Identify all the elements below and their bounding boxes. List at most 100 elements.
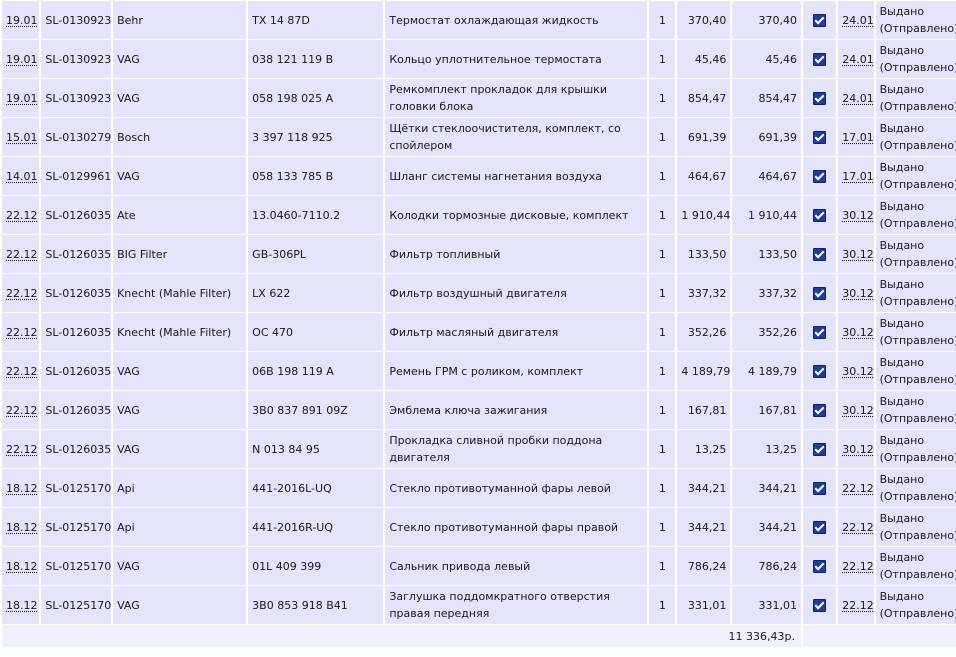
- order-date-link[interactable]: 22.12: [6, 404, 38, 417]
- checkbox-cell[interactable]: [803, 40, 837, 78]
- checkbox-cell[interactable]: [803, 1, 837, 39]
- received-date-link[interactable]: 24.01: [842, 53, 873, 66]
- received-date-link[interactable]: 17.01: [842, 170, 873, 183]
- order-date-cell[interactable]: 18.12: [2, 469, 40, 507]
- received-date-cell[interactable]: 30.12: [838, 352, 874, 390]
- checkbox-cell[interactable]: [803, 79, 837, 117]
- checked-checkbox-icon[interactable]: [813, 521, 827, 534]
- order-date-cell[interactable]: 18.12: [2, 508, 40, 546]
- order-date-link[interactable]: 22.12: [6, 287, 38, 300]
- order-date-cell[interactable]: 18.12: [2, 547, 40, 585]
- order-date-cell[interactable]: 22.12: [2, 313, 40, 351]
- received-date-link[interactable]: 24.01: [842, 14, 873, 27]
- checkbox-cell[interactable]: [803, 352, 837, 390]
- order-date-link[interactable]: 18.12: [6, 521, 38, 534]
- received-date-link[interactable]: 22.12: [842, 599, 873, 612]
- order-date-link[interactable]: 19.01: [6, 92, 38, 105]
- received-date-link[interactable]: 22.12: [842, 482, 873, 495]
- received-date-link[interactable]: 30.12: [842, 404, 873, 417]
- order-date-link[interactable]: 19.01: [6, 14, 38, 27]
- order-date-link[interactable]: 22.12: [6, 443, 38, 456]
- checked-checkbox-icon[interactable]: [813, 170, 827, 183]
- received-date-link[interactable]: 30.12: [842, 326, 873, 339]
- received-date-cell[interactable]: 30.12: [838, 313, 874, 351]
- checked-checkbox-icon[interactable]: [813, 287, 827, 300]
- received-date-cell[interactable]: 24.01: [838, 1, 874, 39]
- checked-checkbox-icon[interactable]: [813, 482, 827, 495]
- order-date-cell[interactable]: 19.01: [2, 79, 40, 117]
- checkbox-cell[interactable]: [803, 196, 837, 234]
- received-date-link[interactable]: 24.01: [842, 92, 873, 105]
- checkbox-cell[interactable]: [803, 313, 837, 351]
- order-date-link[interactable]: 19.01: [6, 53, 38, 66]
- received-date-cell[interactable]: 17.01: [838, 118, 874, 156]
- article-cell: LX 622: [248, 274, 384, 312]
- checked-checkbox-icon[interactable]: [813, 365, 827, 378]
- received-date-cell[interactable]: 17.01: [838, 157, 874, 195]
- order-date-link[interactable]: 22.12: [6, 365, 38, 378]
- order-date-link[interactable]: 22.12: [6, 326, 38, 339]
- received-date-cell[interactable]: 30.12: [838, 274, 874, 312]
- received-date-cell[interactable]: 22.12: [838, 508, 874, 546]
- order-number-cell: SL-0126035: [41, 313, 112, 351]
- received-date-cell[interactable]: 30.12: [838, 196, 874, 234]
- description-cell: Фильтр топливный: [385, 235, 648, 273]
- received-date-cell[interactable]: 30.12: [838, 235, 874, 273]
- checked-checkbox-icon[interactable]: [813, 14, 827, 27]
- order-date-link[interactable]: 18.12: [6, 599, 38, 612]
- order-date-cell[interactable]: 22.12: [2, 391, 40, 429]
- order-date-cell[interactable]: 22.12: [2, 196, 40, 234]
- checkbox-cell[interactable]: [803, 508, 837, 546]
- checkbox-cell[interactable]: [803, 391, 837, 429]
- checkbox-cell[interactable]: [803, 430, 837, 468]
- received-date-cell[interactable]: 30.12: [838, 391, 874, 429]
- order-date-link[interactable]: 18.12: [6, 482, 38, 495]
- order-date-cell[interactable]: 22.12: [2, 430, 40, 468]
- order-date-link[interactable]: 22.12: [6, 209, 38, 222]
- order-date-link[interactable]: 14.01: [6, 170, 38, 183]
- description-cell: Заглушка поддомкратного отверстия правая…: [385, 586, 648, 624]
- checkbox-cell[interactable]: [803, 586, 837, 624]
- checked-checkbox-icon[interactable]: [813, 326, 827, 339]
- received-date-cell[interactable]: 30.12: [838, 430, 874, 468]
- checked-checkbox-icon[interactable]: [813, 443, 827, 456]
- checked-checkbox-icon[interactable]: [813, 53, 827, 66]
- order-date-cell[interactable]: 22.12: [2, 235, 40, 273]
- received-date-cell[interactable]: 24.01: [838, 40, 874, 78]
- received-date-link[interactable]: 30.12: [842, 443, 873, 456]
- checked-checkbox-icon[interactable]: [813, 248, 827, 261]
- received-date-link[interactable]: 30.12: [842, 209, 873, 222]
- checkbox-cell[interactable]: [803, 157, 837, 195]
- checked-checkbox-icon[interactable]: [813, 599, 827, 612]
- checked-checkbox-icon[interactable]: [813, 209, 827, 222]
- order-date-cell[interactable]: 18.12: [2, 586, 40, 624]
- checkbox-cell[interactable]: [803, 118, 837, 156]
- order-date-cell[interactable]: 19.01: [2, 1, 40, 39]
- received-date-link[interactable]: 22.12: [842, 521, 873, 534]
- received-date-link[interactable]: 30.12: [842, 287, 873, 300]
- order-date-cell[interactable]: 22.12: [2, 352, 40, 390]
- received-date-cell[interactable]: 24.01: [838, 79, 874, 117]
- checkbox-cell[interactable]: [803, 235, 837, 273]
- received-date-cell[interactable]: 22.12: [838, 547, 874, 585]
- received-date-link[interactable]: 22.12: [842, 560, 873, 573]
- received-date-link[interactable]: 17.01: [842, 131, 873, 144]
- checked-checkbox-icon[interactable]: [813, 92, 827, 105]
- order-date-cell[interactable]: 14.01: [2, 157, 40, 195]
- order-date-link[interactable]: 15.01: [6, 131, 38, 144]
- checkbox-cell[interactable]: [803, 274, 837, 312]
- order-date-link[interactable]: 22.12: [6, 248, 38, 261]
- received-date-link[interactable]: 30.12: [842, 248, 873, 261]
- received-date-link[interactable]: 30.12: [842, 365, 873, 378]
- checked-checkbox-icon[interactable]: [813, 131, 827, 144]
- received-date-cell[interactable]: 22.12: [838, 469, 874, 507]
- order-date-cell[interactable]: 22.12: [2, 274, 40, 312]
- received-date-cell[interactable]: 22.12: [838, 586, 874, 624]
- checked-checkbox-icon[interactable]: [813, 560, 827, 573]
- checked-checkbox-icon[interactable]: [813, 404, 827, 417]
- order-date-link[interactable]: 18.12: [6, 560, 38, 573]
- checkbox-cell[interactable]: [803, 469, 837, 507]
- order-date-cell[interactable]: 15.01: [2, 118, 40, 156]
- order-date-cell[interactable]: 19.01: [2, 40, 40, 78]
- checkbox-cell[interactable]: [803, 547, 837, 585]
